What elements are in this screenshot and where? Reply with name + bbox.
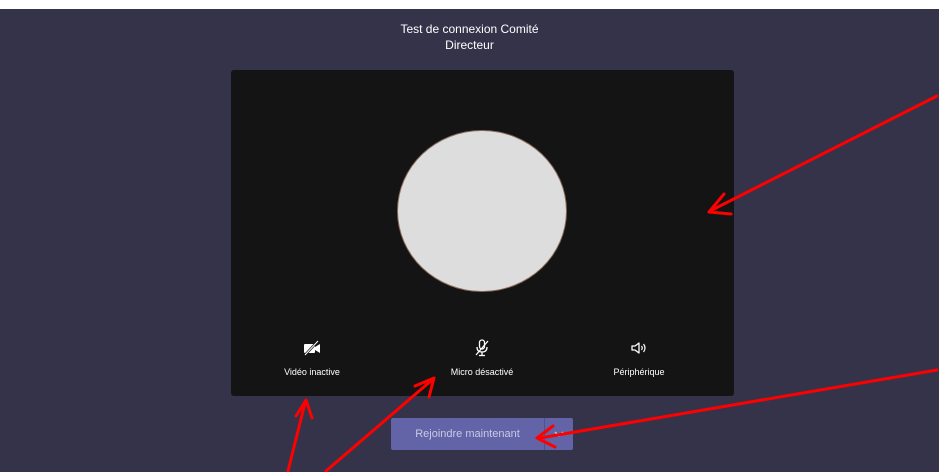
join-now-button[interactable]: Rejoindre maintenant bbox=[391, 418, 544, 450]
video-preview: Vidéo inactive Micro désactivé Périphéri… bbox=[231, 70, 734, 396]
device-settings-label: Périphérique bbox=[613, 367, 665, 377]
video-toggle-button[interactable]: Vidéo inactive bbox=[242, 338, 382, 382]
chevron-down-icon bbox=[554, 431, 564, 437]
device-settings-button[interactable]: Périphérique bbox=[569, 338, 709, 382]
mic-toggle-button[interactable]: Micro désactivé bbox=[412, 338, 552, 382]
video-toggle-label: Vidéo inactive bbox=[284, 367, 340, 377]
meeting-title-line-2: Directeur bbox=[445, 38, 494, 52]
video-off-icon bbox=[304, 340, 320, 356]
mic-off-icon bbox=[475, 339, 489, 357]
speaker-icon bbox=[631, 342, 646, 354]
meeting-title-line-1: Test de connexion Comité bbox=[400, 22, 539, 36]
join-options-button[interactable] bbox=[544, 418, 573, 450]
avatar bbox=[397, 130, 567, 292]
mic-toggle-label: Micro désactivé bbox=[450, 367, 514, 377]
